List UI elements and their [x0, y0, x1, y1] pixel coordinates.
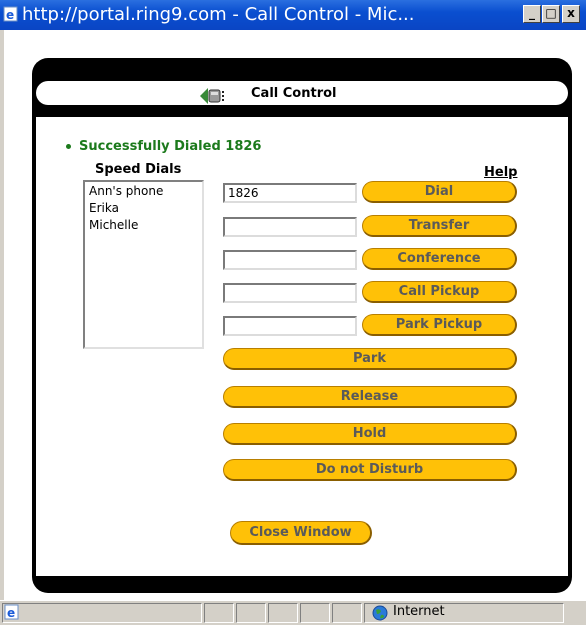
transfer-number-input[interactable]	[223, 217, 357, 237]
status-bar-cell	[332, 603, 362, 623]
window-left-border	[0, 30, 4, 600]
park-pickup-number-input[interactable]	[223, 316, 357, 336]
panel-title: Call Control	[251, 86, 337, 101]
security-zone-label: Internet	[393, 604, 445, 619]
speed-dial-item[interactable]: Erika	[89, 200, 198, 217]
status-bar-cell	[300, 603, 330, 623]
bullet-icon	[66, 144, 71, 149]
dial-button[interactable]: Dial	[362, 181, 517, 203]
ie-page-icon: e	[3, 6, 18, 22]
dial-number-input[interactable]: 1826	[223, 183, 357, 203]
window-title-bar[interactable]: e http://portal.ring9.com - Call Control…	[0, 0, 586, 30]
status-bar-cell	[236, 603, 266, 623]
status-bar-cell	[268, 603, 298, 623]
status-bar-main-cell	[2, 603, 202, 623]
park-pickup-button[interactable]: Park Pickup	[362, 314, 517, 336]
status-message: Successfully Dialed 1826	[66, 139, 261, 154]
speed-dials-heading: Speed Dials	[95, 162, 182, 177]
window-title: http://portal.ring9.com - Call Control -…	[22, 4, 415, 25]
hold-button[interactable]: Hold	[223, 423, 517, 445]
close-window-button[interactable]: Close Window	[230, 521, 372, 545]
globe-icon	[372, 605, 388, 621]
svg-text:e: e	[6, 8, 14, 22]
browser-status-bar: e	[0, 600, 586, 625]
call-pickup-button[interactable]: Call Pickup	[362, 281, 517, 303]
call-pickup-number-input[interactable]	[223, 283, 357, 303]
close-button[interactable]: x	[562, 5, 580, 23]
park-button[interactable]: Park	[223, 348, 517, 370]
conference-button[interactable]: Conference	[362, 248, 517, 270]
speed-dial-item[interactable]: Michelle	[89, 217, 198, 234]
maximize-button[interactable]: □	[542, 5, 560, 23]
conference-number-input[interactable]	[223, 250, 357, 270]
status-bar-cell	[204, 603, 234, 623]
help-link[interactable]: Help	[484, 165, 517, 180]
minimize-button[interactable]: _	[523, 5, 541, 23]
do-not-disturb-button[interactable]: Do not Disturb	[223, 459, 517, 481]
transfer-button[interactable]: Transfer	[362, 215, 517, 237]
phone-icon	[200, 88, 224, 104]
release-button[interactable]: Release	[223, 386, 517, 408]
speed-dial-item[interactable]: Ann's phone	[89, 183, 198, 200]
status-text: Successfully Dialed 1826	[79, 139, 262, 154]
speed-dials-list[interactable]: Ann's phone Erika Michelle	[83, 180, 204, 349]
